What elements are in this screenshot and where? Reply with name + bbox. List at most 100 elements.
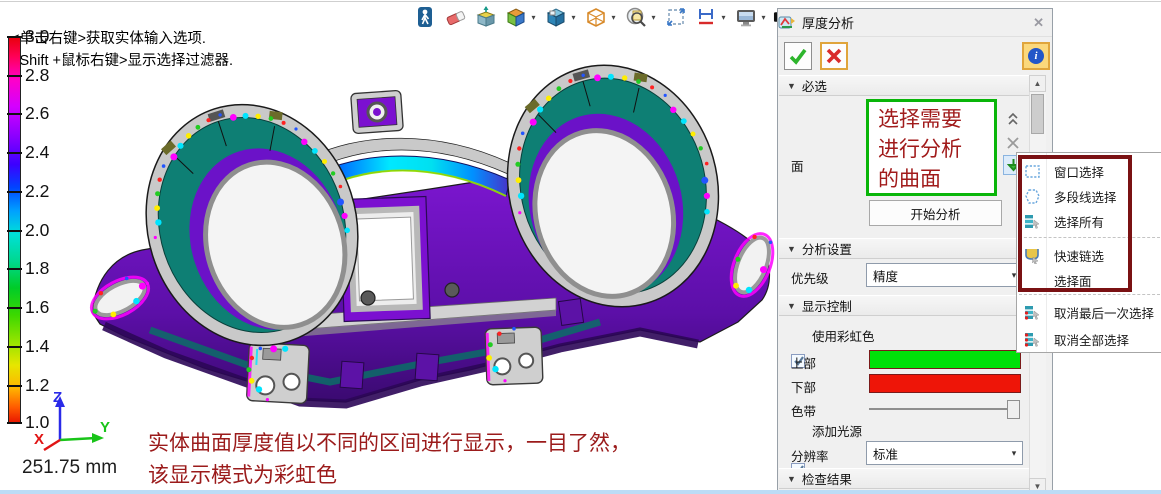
zoom-dropdown-caret[interactable]: ▾ <box>649 13 658 22</box>
ok-button[interactable] <box>784 42 812 70</box>
zoom-button[interactable] <box>623 5 648 30</box>
window-bottom-edge <box>0 490 1161 494</box>
callout-line-2: 进行分析 <box>878 134 994 164</box>
priority-dropdown[interactable]: 精度 ▾ <box>866 263 1023 287</box>
callout-line-3: 的曲面 <box>878 164 994 194</box>
info-icon: i <box>1028 48 1044 64</box>
menu-item-polyline-select[interactable]: 多段线选择 <box>1017 184 1161 209</box>
viewport-3d[interactable]: <单击右键>获取实体输入选项. <Shift +鼠标右键>显示选择过滤器. 3.… <box>0 0 777 490</box>
face-label: 面 <box>791 156 804 175</box>
colorbar-tick <box>7 268 22 270</box>
red-x-icon <box>826 48 842 64</box>
menu-item-label: 快速链选 <box>1054 246 1104 265</box>
lower-color-swatch[interactable] <box>869 374 1021 393</box>
colorbar-value: 1.8 <box>25 258 67 279</box>
display-mode-button[interactable] <box>733 5 758 30</box>
exit-button[interactable] <box>413 5 438 30</box>
orientation-triad: Z Y X <box>26 390 112 454</box>
colorbar-value: 2.8 <box>25 65 67 86</box>
section-required-label: 必选 <box>802 76 827 95</box>
selection-context-menu: 窗口选择 多段线选择 选择所有 快速链选 选择面 <box>1016 152 1161 353</box>
menu-item-label: 多段线选择 <box>1054 187 1117 206</box>
section-display-label: 显示控制 <box>802 296 852 315</box>
scale-readout: 251.75 mm <box>22 457 117 479</box>
start-analysis-button[interactable]: 开始分析 <box>869 200 1002 226</box>
section-collapse-icon: ▼ <box>787 244 796 254</box>
add-light-label: 添加光源 <box>812 421 862 440</box>
menu-item-select-all[interactable]: 选择所有 <box>1017 209 1161 234</box>
rendering-style-button[interactable] <box>543 5 568 30</box>
clear-x-icon <box>1007 137 1019 149</box>
menu-item-window-select[interactable]: 窗口选择 <box>1017 159 1161 184</box>
polyline-select-icon <box>1024 188 1041 205</box>
scrollbar-thumb[interactable] <box>1031 94 1044 134</box>
quick-chain-icon <box>1024 247 1041 264</box>
resolution-dropdown[interactable]: 标准 ▾ <box>866 441 1023 465</box>
erase-button[interactable] <box>443 5 468 30</box>
band-slider-track[interactable] <box>869 408 1015 410</box>
fit-view-button[interactable] <box>663 5 688 30</box>
wireframe-button[interactable] <box>583 5 608 30</box>
shaded-with-edges-button[interactable] <box>503 5 528 30</box>
priority-value: 精度 <box>873 266 1006 285</box>
menu-item-deselect-all[interactable]: 取消全部选择 <box>1017 327 1161 352</box>
section-collapse-icon: ▼ <box>787 81 796 91</box>
menu-item-deselect-last[interactable]: 取消最后一次选择 <box>1017 300 1161 325</box>
band-label: 色带 <box>791 401 816 420</box>
list-clear-button[interactable] <box>1003 133 1023 153</box>
cancel-button[interactable] <box>820 42 848 70</box>
menu-item-label: 选择面 <box>1054 271 1092 290</box>
display-dropdown-caret[interactable]: ▾ <box>759 13 768 22</box>
section-check-results[interactable]: ▼ 检查结果 <box>779 468 1029 489</box>
section-collapse-icon: ▼ <box>787 301 796 311</box>
resolution-label: 分辨率 <box>791 446 829 465</box>
menu-item-quick-chain[interactable]: 快速链选 <box>1017 243 1161 268</box>
colorbar-tick <box>7 385 22 387</box>
scroll-up-button[interactable]: ▲ <box>1029 75 1046 92</box>
colorbar-value: 2.4 <box>25 142 67 163</box>
shaded-dropdown-caret[interactable]: ▾ <box>529 13 538 22</box>
section-display-control[interactable]: ▼ 显示控制 <box>779 295 1029 316</box>
menu-item-label: 窗口选择 <box>1054 162 1104 181</box>
dialog-title-bar[interactable]: 厚度分析 ✕ <box>778 9 1052 37</box>
colorbar-tick <box>7 307 22 309</box>
deselect-last-icon <box>1024 304 1041 321</box>
model-top-tab <box>351 90 404 133</box>
annotation-callout-box: 选择需要 进行分析 的曲面 <box>866 99 997 196</box>
check-icon <box>789 47 807 65</box>
thickness-analysis-icon <box>778 15 796 31</box>
colorbar-tick <box>7 113 22 115</box>
colorbar-value: 3.0 <box>25 26 67 47</box>
extrude-button[interactable] <box>473 5 498 30</box>
upper-label: 上部 <box>791 353 816 372</box>
axis-z-label: Z <box>53 390 62 406</box>
select-all-icon <box>1024 213 1041 230</box>
start-analysis-label: 开始分析 <box>910 204 960 223</box>
band-slider-thumb[interactable] <box>1007 400 1020 419</box>
rendering-dropdown-caret[interactable]: ▾ <box>569 13 578 22</box>
colorbar-value: 1.6 <box>25 297 67 318</box>
annotation-text-1: 实体曲面厚度值以不同的区间进行显示，一目了然， <box>148 427 631 457</box>
colorbar-value: 1.4 <box>25 336 67 357</box>
colorbar-tick <box>7 230 22 232</box>
colorbar-value: 2.2 <box>25 181 67 202</box>
section-analysis-settings[interactable]: ▼ 分析设置 <box>779 238 1029 259</box>
measure-dropdown-caret[interactable]: ▾ <box>719 13 728 22</box>
colorbar-tick <box>7 346 22 348</box>
colorbar-tick <box>7 191 22 193</box>
list-collapse-button[interactable] <box>1003 109 1023 129</box>
dialog-title: 厚度分析 <box>802 13 854 32</box>
use-rainbow-label: 使用彩虹色 <box>812 326 875 345</box>
wireframe-dropdown-caret[interactable]: ▾ <box>609 13 618 22</box>
annotation-text-2: 该显示模式为彩虹色 <box>148 459 337 489</box>
upper-color-swatch[interactable] <box>869 350 1021 369</box>
axis-y-label: Y <box>100 419 110 436</box>
measure-distance-button[interactable] <box>693 5 718 30</box>
menu-item-label: 取消全部选择 <box>1054 330 1129 349</box>
menu-item-select-face[interactable]: 选择面 <box>1017 268 1161 293</box>
info-button[interactable]: i <box>1022 42 1050 70</box>
section-required[interactable]: ▼ 必选 <box>779 75 1029 96</box>
instrument-cluster-model <box>85 50 775 450</box>
section-analysis-label: 分析设置 <box>802 239 852 258</box>
close-icon[interactable]: ✕ <box>1033 15 1044 31</box>
